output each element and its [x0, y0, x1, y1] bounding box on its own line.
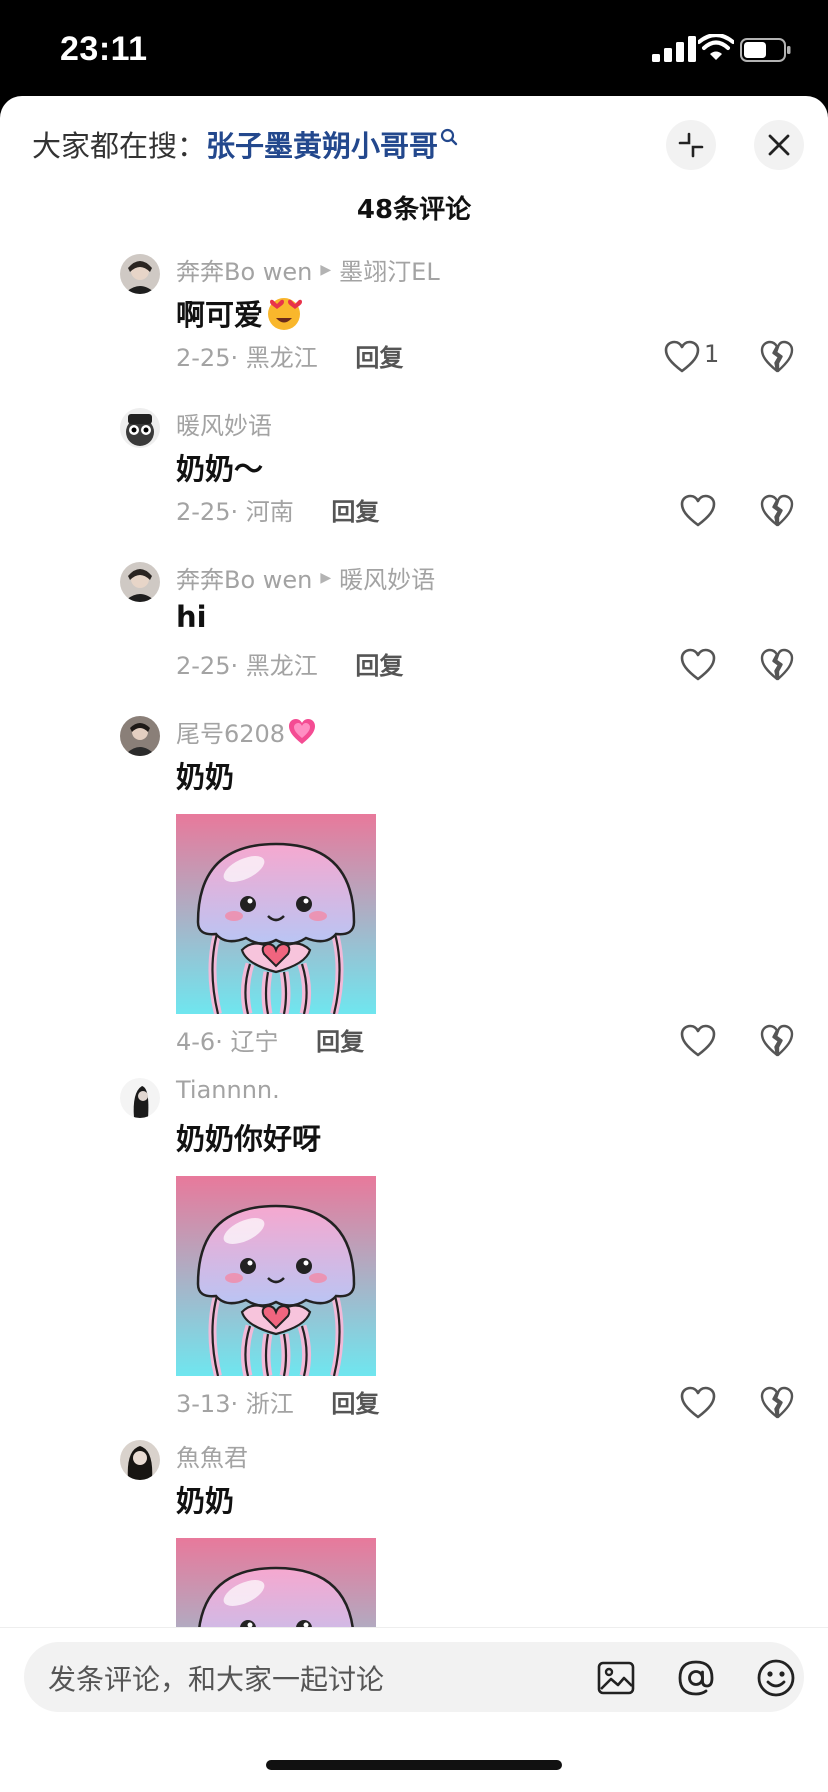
hot-search-prefix: 大家都在搜：: [32, 129, 207, 163]
reply-to-username[interactable]: 暖风妙语: [339, 560, 435, 595]
broken-heart-icon[interactable]: [760, 494, 794, 528]
avatar[interactable]: [120, 562, 160, 602]
comment-input-placeholder: 发条评论，和大家一起讨论: [48, 1663, 385, 1696]
reply-button[interactable]: 回复: [331, 1390, 379, 1418]
home-indicator[interactable]: [266, 1760, 562, 1770]
sparkling-heart-icon: [289, 718, 316, 744]
heart-icon[interactable]: [680, 1024, 716, 1058]
broken-heart-icon[interactable]: [760, 1024, 794, 1058]
search-icon: [440, 128, 458, 146]
broken-heart-icon[interactable]: [760, 340, 794, 374]
avatar[interactable]: [120, 716, 160, 756]
comment-text-row: 奶奶你好呀: [176, 1116, 321, 1158]
at-icon[interactable]: [676, 1658, 716, 1698]
comment-footer: 4-6· 辽宁 回复: [176, 1022, 364, 1057]
heart-icon[interactable]: [664, 340, 700, 374]
broken-heart-icon[interactable]: [760, 648, 794, 682]
comment-text-row: 奶奶: [176, 754, 234, 796]
comment-list[interactable]: 奔奔Bo wen ▶ 墨翊汀EL 啊可爱 2-25· 黑龙江 回复 1 暖风妙语…: [0, 246, 828, 1723]
heart-eyes-emoji-icon: [268, 298, 303, 330]
heart-icon[interactable]: [680, 1386, 716, 1420]
comment-text-row: 奶奶: [176, 1478, 234, 1520]
comment-text: 奶奶: [176, 1484, 235, 1518]
battery-icon: [740, 38, 791, 62]
comment-text: 啊可爱: [176, 298, 264, 332]
comment-location: 辽宁: [230, 1028, 279, 1056]
username[interactable]: 魚魚君: [176, 1438, 248, 1473]
hot-search[interactable]: 大家都在搜： 张子墨黄朔小哥哥: [32, 124, 458, 164]
reply-button[interactable]: 回复: [316, 1028, 364, 1056]
status-time: 23:11: [60, 30, 148, 68]
comment-text: 奶奶～: [176, 452, 264, 486]
comment-location: 河南: [245, 498, 294, 526]
comment-meta: 奔奔Bo wen ▶ 暖风妙语: [176, 560, 435, 595]
username[interactable]: 暖风妙语: [176, 406, 272, 441]
comment-text-row: hi: [176, 600, 207, 634]
comment-date: 2-25: [176, 498, 231, 526]
collapse-button[interactable]: [666, 120, 716, 170]
image-icon[interactable]: [596, 1658, 636, 1698]
separator-dot: ·: [230, 1390, 246, 1418]
comments-sheet: 大家都在搜： 张子墨黄朔小哥哥 48条评论 奔奔Bo wen ▶ 墨翊汀EL 啊…: [0, 96, 828, 1792]
heart-icon[interactable]: [680, 494, 716, 528]
broken-heart-icon[interactable]: [760, 1386, 794, 1420]
comment-count: 48条评论: [356, 195, 472, 225]
comment-footer: 2-25· 河南 回复: [176, 492, 379, 527]
comment-location: 黑龙江: [245, 344, 318, 372]
comment-text: 奶奶你好呀: [176, 1122, 322, 1156]
comment-meta: 尾号6208: [176, 714, 317, 749]
username[interactable]: 奔奔Bo wen: [176, 252, 312, 287]
close-icon: [768, 134, 790, 156]
comment-meta: 暖风妙语: [176, 406, 272, 441]
comment-location: 黑龙江: [245, 652, 318, 680]
comment-text-row: 奶奶～: [176, 446, 263, 488]
reply-to-username[interactable]: 墨翊汀EL: [339, 252, 440, 287]
comment-location: 浙江: [245, 1390, 294, 1418]
status-bar: 23:11: [0, 0, 828, 96]
comment-meta: Tiannnn.: [176, 1076, 280, 1104]
separator-dot: ·: [230, 652, 246, 680]
reply-arrow-icon: ▶: [320, 569, 332, 586]
comment-text: hi: [176, 600, 207, 634]
reply-button[interactable]: 回复: [331, 498, 379, 526]
comment-meta: 魚魚君: [176, 1438, 248, 1473]
comment-footer: 2-25· 黑龙江 回复: [176, 646, 403, 681]
hot-search-term[interactable]: 张子墨黄朔小哥哥: [206, 123, 438, 165]
comment-date: 2-25: [176, 344, 231, 372]
like-count: 1: [704, 340, 720, 368]
avatar[interactable]: [120, 1078, 160, 1118]
reply-arrow-icon: ▶: [320, 261, 332, 278]
collapse-icon: [678, 132, 704, 158]
reply-button[interactable]: 回复: [355, 652, 403, 680]
comment-date: 4-6: [176, 1028, 216, 1056]
comment-meta: 奔奔Bo wen ▶ 墨翊汀EL: [176, 252, 440, 287]
avatar[interactable]: [120, 254, 160, 294]
heart-icon[interactable]: [680, 648, 716, 682]
username[interactable]: Tiannnn.: [176, 1076, 280, 1104]
comment-footer: 3-13· 浙江 回复: [176, 1384, 379, 1419]
separator-dot: ·: [230, 498, 246, 526]
comment-text: 奶奶: [176, 760, 235, 794]
signal-icon: [652, 36, 696, 62]
reply-button[interactable]: 回复: [355, 344, 403, 372]
username[interactable]: 奔奔Bo wen: [176, 560, 312, 595]
avatar[interactable]: [120, 408, 160, 448]
separator-dot: ·: [230, 344, 246, 372]
separator-dot: ·: [215, 1028, 231, 1056]
close-button[interactable]: [754, 120, 804, 170]
avatar[interactable]: [120, 1440, 160, 1480]
username[interactable]: 尾号6208: [176, 714, 285, 749]
emoji-icon[interactable]: [756, 1658, 796, 1698]
jellyfish-heart-sticker[interactable]: [176, 814, 376, 1014]
comment-input[interactable]: 发条评论，和大家一起讨论: [24, 1642, 804, 1712]
wifi-icon: [698, 34, 734, 60]
comment-date: 3-13: [176, 1390, 231, 1418]
comment-text-row: 啊可爱: [176, 292, 303, 334]
comment-date: 2-25: [176, 652, 231, 680]
jellyfish-heart-sticker[interactable]: [176, 1176, 376, 1376]
comment-footer: 2-25· 黑龙江 回复: [176, 338, 403, 373]
